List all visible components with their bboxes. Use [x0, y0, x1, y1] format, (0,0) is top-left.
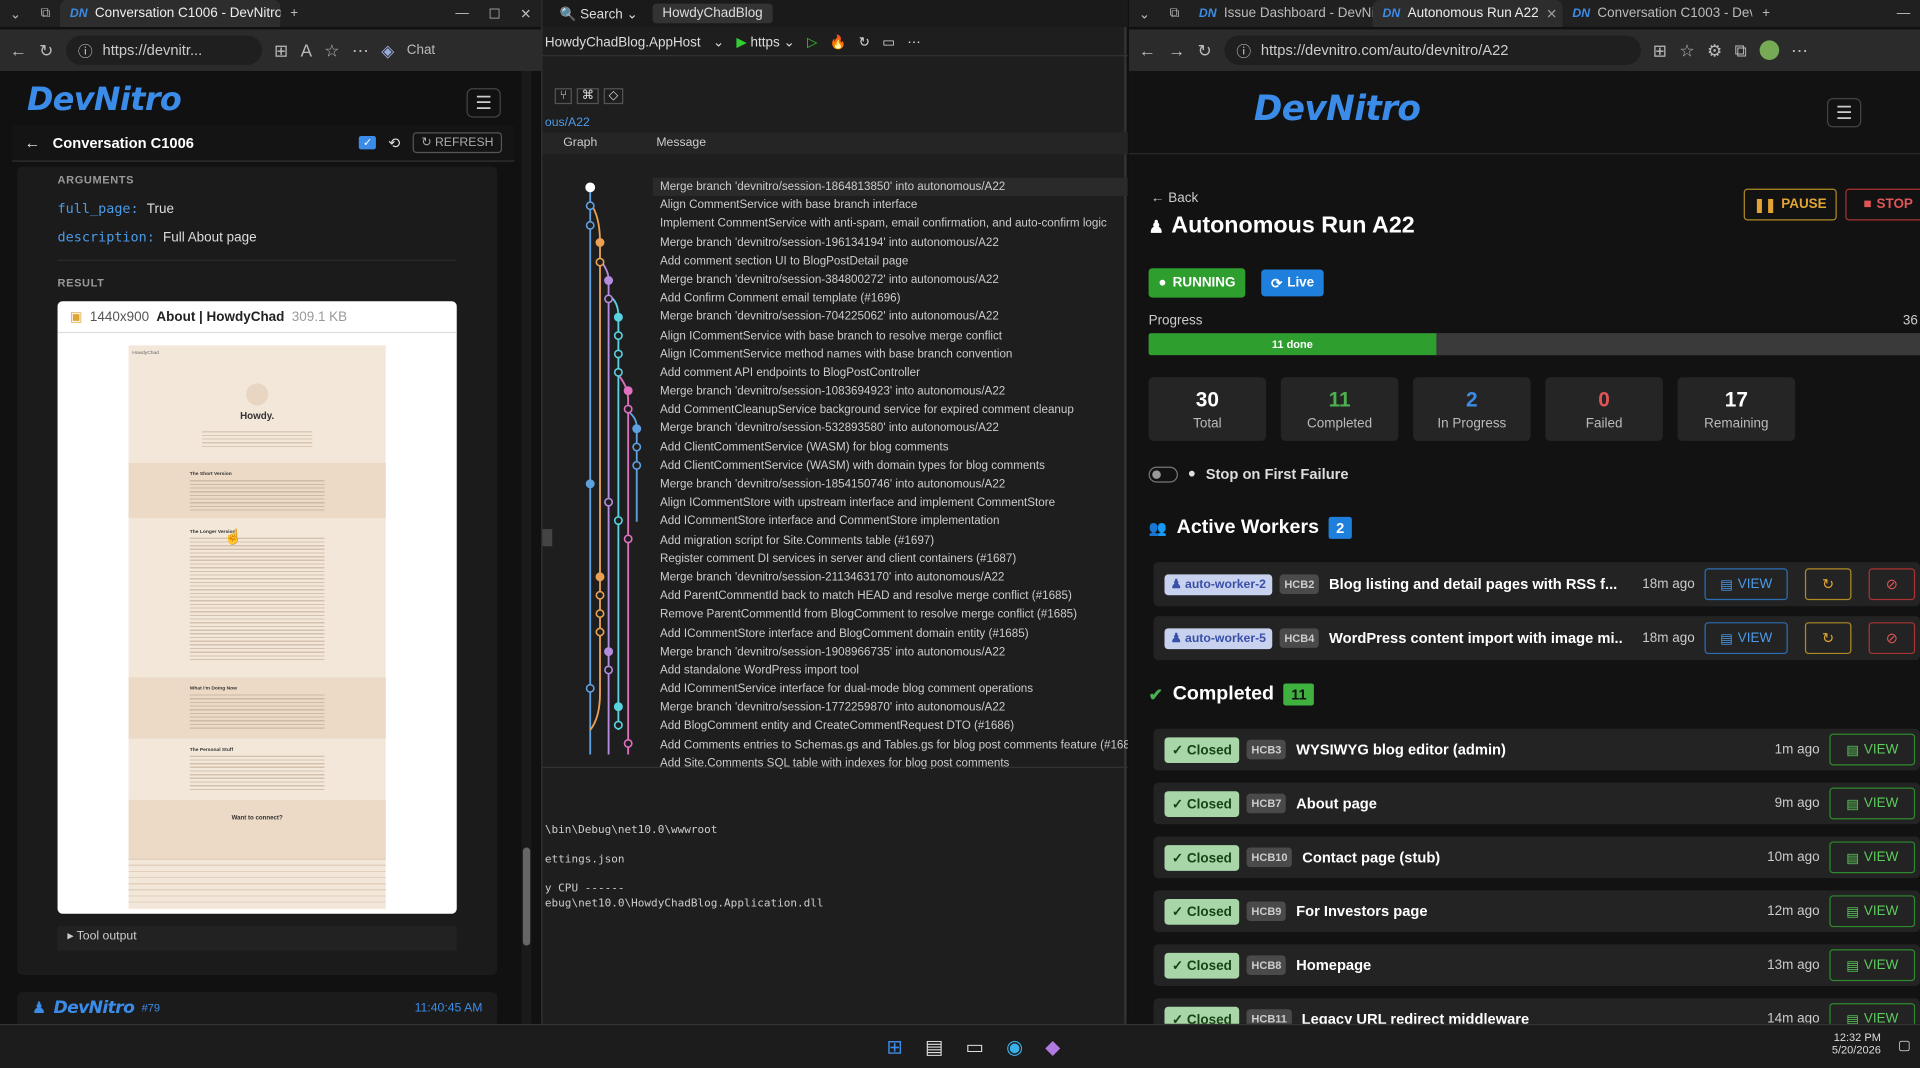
completed-task-title: For Investors page — [1296, 902, 1428, 920]
message-icon: ▤ — [1720, 577, 1733, 593]
completed-row: ✓ Closed HCB8 Homepage 13m ago ▤ VIEW — [1153, 944, 1920, 986]
worker-row: ♟ auto-worker-2 HCB2 Blog listing and deta… — [1153, 562, 1920, 607]
completed-row: ✓ Closed HCB7 About page 9m ago ▤ VIEW — [1153, 782, 1920, 825]
worker-task-title: WordPress content import with image mi..… — [1329, 629, 1623, 647]
issue-id: HCB3 — [1246, 739, 1287, 760]
completed-time: 1m ago — [1774, 742, 1820, 757]
closed-badge: ✓ Closed — [1164, 790, 1240, 817]
visual-studio-icon[interactable]: ◆ — [1045, 1035, 1060, 1059]
issue-id: HCB7 — [1246, 793, 1287, 814]
view-button[interactable]: ▤ VIEW — [1829, 841, 1916, 874]
cancel-icon[interactable]: ⊘ — [1868, 568, 1916, 601]
issue-id: HCB8 — [1246, 955, 1287, 975]
taskbar: ⊞ ▤ ▭ ◉ ◆ 12:32 PM 5/20/2026 ▢ — [0, 1023, 1920, 1068]
view-button[interactable]: ▤ VIEW — [1704, 622, 1788, 655]
completed-time: 12m ago — [1767, 903, 1820, 919]
completed-task-title: Contact page (stub) — [1302, 848, 1441, 866]
completed-row: ✓ Closed HCB11 Legacy URL redirect middlew… — [1153, 998, 1920, 1024]
message-icon: ▤ — [1846, 904, 1859, 920]
file-explorer-icon[interactable]: ▤ — [925, 1035, 944, 1059]
completed-row: ✓ Closed HCB3 WYSIWYG blog editor (admin) 1… — [1153, 728, 1920, 771]
completed-task-title: Legacy URL redirect middleware — [1301, 1010, 1530, 1024]
completed-row: ✓ Closed HCB9 For Investors page 12m ago ▤ VI… — [1153, 890, 1920, 933]
view-button[interactable]: ▤ VIEW — [1829, 787, 1916, 820]
message-icon: ▤ — [1720, 631, 1733, 647]
closed-badge: ✓ Closed — [1164, 898, 1240, 925]
completed-time: 10m ago — [1767, 850, 1820, 865]
view-button[interactable]: ▤ VIEW — [1829, 733, 1916, 766]
edge-icon[interactable]: ◉ — [1006, 1035, 1023, 1059]
restart-icon[interactable]: ↻ — [1804, 568, 1852, 601]
system-clock[interactable]: 12:32 PM 5/20/2026 — [1832, 1031, 1881, 1055]
completed-time: 13m ago — [1767, 957, 1820, 973]
cancel-icon[interactable]: ⊘ — [1868, 622, 1916, 655]
issue-id: HCB9 — [1246, 901, 1287, 922]
completed-task-title: Homepage — [1296, 956, 1372, 974]
completed-task-title: About page — [1296, 794, 1377, 813]
worker-row: ♟ auto-worker-5 HCB4 WordPress content imp… — [1153, 616, 1920, 661]
closed-badge: ✓ Closed — [1164, 844, 1240, 871]
taskbar-apps: ⊞ ▤ ▭ ◉ ◆ — [887, 1035, 1061, 1059]
completed-time: 14m ago — [1767, 1011, 1820, 1024]
view-button[interactable]: ▤ VIEW — [1829, 949, 1916, 982]
issue-id: HCB2 — [1279, 574, 1320, 595]
closed-badge: ✓ Closed — [1164, 1006, 1240, 1024]
worker-time: 18m ago — [1642, 630, 1695, 646]
view-button[interactable]: ▤ VIEW — [1829, 895, 1916, 928]
worker-time: 18m ago — [1642, 576, 1695, 592]
worker-badge: ♟ auto-worker-2 — [1164, 573, 1273, 595]
completed-task-title: WYSIWYG blog editor (admin) — [1296, 741, 1506, 759]
closed-badge: ✓ Closed — [1164, 736, 1240, 763]
message-icon: ▤ — [1846, 1012, 1859, 1024]
closed-badge: ✓ Closed — [1164, 952, 1240, 979]
issue-id: HCB10 — [1246, 847, 1293, 868]
issue-id: HCB4 — [1279, 628, 1320, 648]
notifications-icon[interactable]: ▢ — [1898, 1037, 1911, 1054]
message-icon: ▤ — [1846, 742, 1859, 758]
view-button[interactable]: ▤ VIEW — [1829, 1003, 1916, 1024]
message-icon: ▤ — [1846, 958, 1859, 974]
restart-icon[interactable]: ↻ — [1804, 622, 1852, 655]
windows-start-icon[interactable]: ⊞ — [887, 1035, 903, 1059]
terminal-icon[interactable]: ▭ — [966, 1035, 985, 1059]
message-icon: ▤ — [1846, 796, 1859, 812]
completed-row: ✓ Closed HCB10 Contact page (stub) 10m ago ▤… — [1153, 836, 1920, 879]
message-icon: ▤ — [1846, 850, 1859, 866]
worker-task-title: Blog listing and detail pages with RSS f… — [1329, 575, 1618, 593]
issue-id: HCB11 — [1246, 1009, 1292, 1024]
completed-time: 9m ago — [1774, 796, 1820, 811]
view-button[interactable]: ▤ VIEW — [1704, 568, 1788, 601]
worker-badge: ♟ auto-worker-5 — [1164, 627, 1273, 649]
